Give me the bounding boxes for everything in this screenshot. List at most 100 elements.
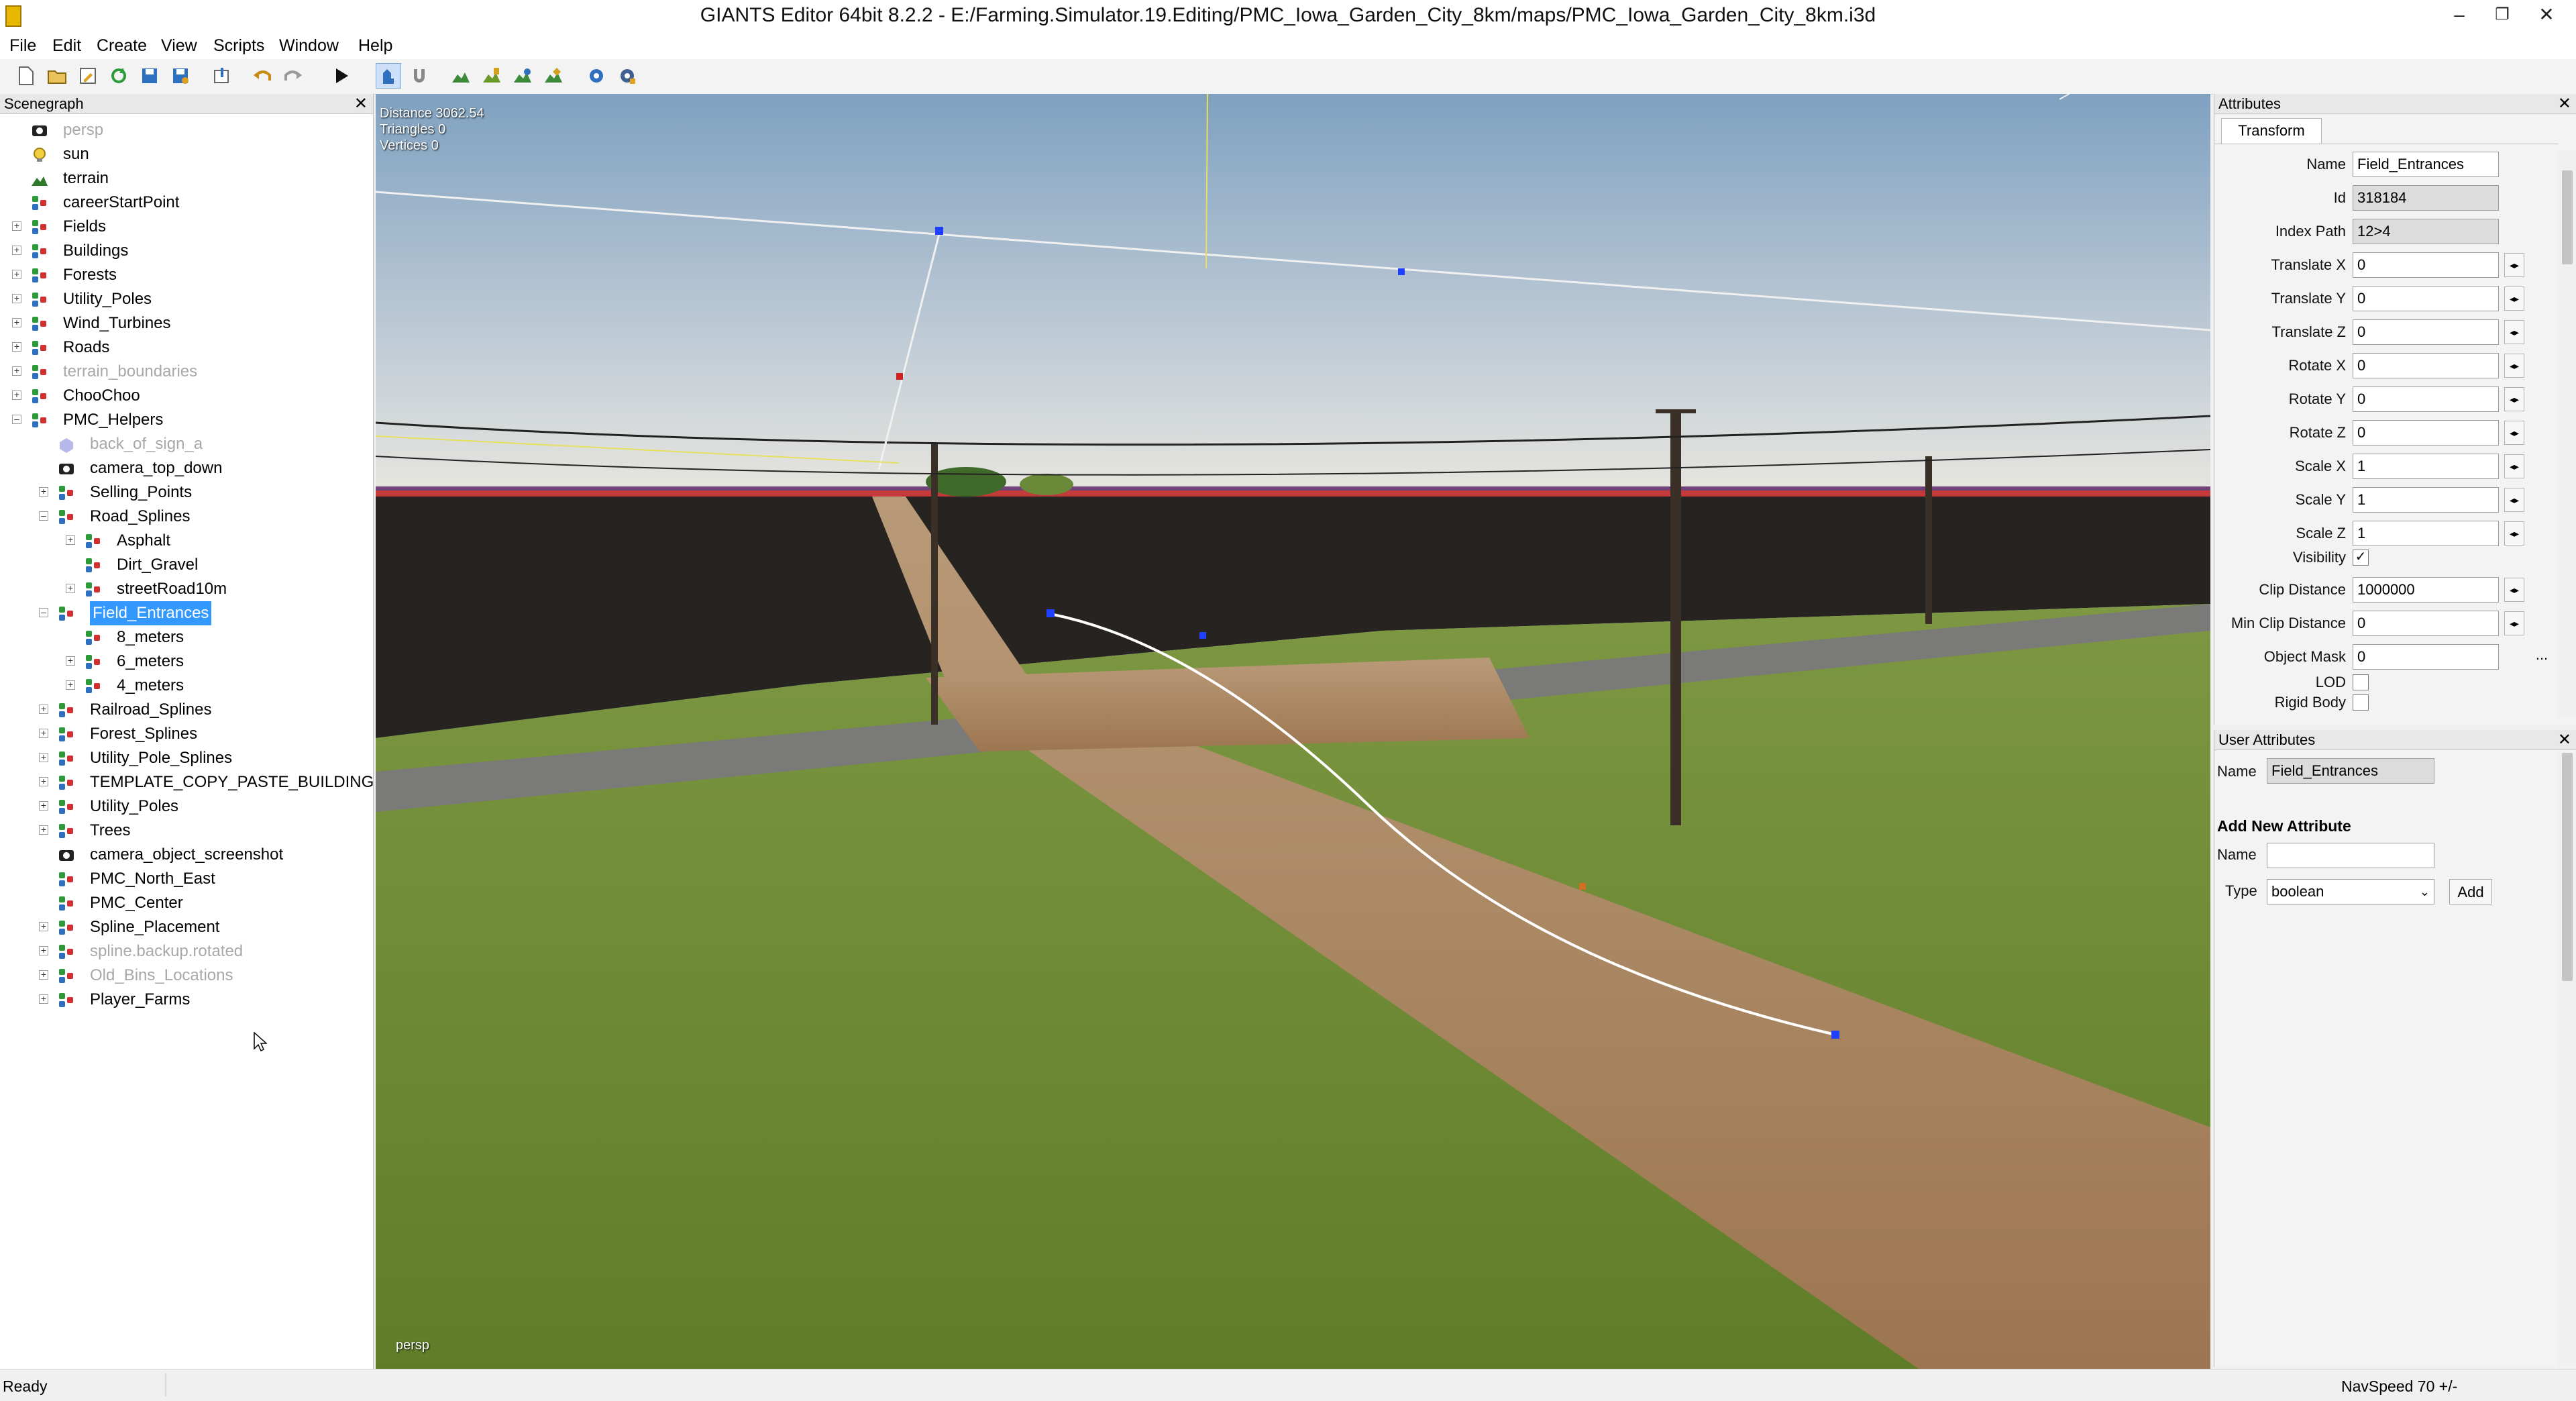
tree-item-forests[interactable]: + Forests (0, 263, 373, 287)
redo-icon[interactable] (280, 63, 306, 89)
tree-item-persp[interactable]: persp (0, 118, 373, 142)
scenegraph-tree[interactable]: persp sun terrain careerStartPoint + Fields + B… (0, 114, 373, 1369)
tree-item-dirt-gravel[interactable]: Dirt_Gravel (0, 553, 373, 577)
expand-icon[interactable]: + (66, 680, 75, 690)
tree-item-camera-top-down[interactable]: camera_top_down (0, 456, 373, 480)
new-attr-type-select[interactable]: boolean ⌄ (2267, 879, 2434, 904)
tree-item-railroad-splines[interactable]: + Railroad_Splines (0, 698, 373, 722)
tree-item-pmc-north-east[interactable]: PMC_North_East (0, 867, 373, 891)
menu-help[interactable]: Help (358, 36, 392, 56)
terrain-sculpt-icon[interactable] (448, 63, 474, 89)
expand-icon[interactable]: + (66, 535, 75, 545)
expand-icon[interactable]: + (66, 583, 75, 593)
tree-item-asphalt[interactable]: + Asphalt (0, 529, 373, 553)
name-field[interactable]: Field_Entrances (2353, 152, 2499, 177)
translate-x-field[interactable]: 0 (2353, 252, 2499, 278)
rotate-x-drag-arrows-icon[interactable]: ◂▸ (2504, 354, 2524, 378)
tree-item-old-bins-locations[interactable]: + Old_Bins_Locations (0, 964, 373, 988)
tree-item-choochoo[interactable]: + ChooChoo (0, 384, 373, 408)
place-object-icon[interactable] (541, 63, 566, 89)
clip-distance-field[interactable]: 1000000 (2353, 577, 2499, 603)
expand-icon[interactable]: + (12, 342, 21, 352)
expand-icon[interactable]: + (39, 486, 48, 497)
collapse-icon[interactable]: – (39, 511, 48, 521)
expand-icon[interactable]: + (12, 390, 21, 400)
object-mask-more-button[interactable]: ... (2530, 645, 2554, 669)
tree-item-selling-points[interactable]: + Selling_Points (0, 480, 373, 505)
translate-z-drag-arrows-icon[interactable]: ◂▸ (2504, 320, 2524, 344)
expand-icon[interactable]: + (39, 994, 48, 1004)
select-tool-icon[interactable] (376, 63, 401, 89)
3d-viewport[interactable]: Distance 3062.54 Triangles 0 Vertices 0 … (376, 94, 2210, 1369)
play-icon[interactable] (329, 63, 354, 89)
tree-item-forest-splines[interactable]: + Forest_Splines (0, 722, 373, 746)
foliage-paint-icon[interactable] (510, 63, 535, 89)
settings-icon[interactable] (584, 63, 609, 89)
expand-icon[interactable]: + (39, 752, 48, 762)
expand-icon[interactable]: + (66, 656, 75, 666)
menu-window[interactable]: Window (279, 36, 339, 56)
object-mask-field[interactable]: 0 (2353, 644, 2499, 670)
restore-icon[interactable]: ❐ (2482, 0, 2522, 34)
menu-create[interactable]: Create (97, 36, 147, 56)
collapse-icon[interactable]: – (39, 607, 48, 617)
scale-x-field[interactable]: 1 (2353, 454, 2499, 479)
min-clip-distance-drag-arrows-icon[interactable]: ◂▸ (2504, 611, 2524, 635)
tree-item-streetroad10m[interactable]: + streetRoad10m (0, 577, 373, 601)
tree-item-terrain[interactable]: terrain (0, 166, 373, 191)
close-icon[interactable]: ✕ (2558, 730, 2571, 750)
translate-y-field[interactable]: 0 (2353, 286, 2499, 311)
scale-y-drag-arrows-icon[interactable]: ◂▸ (2504, 488, 2524, 512)
tree-item-player-farms[interactable]: + Player_Farms (0, 988, 373, 1012)
expand-icon[interactable]: + (12, 366, 21, 376)
close-icon[interactable]: ✕ (2558, 94, 2571, 114)
scale-z-drag-arrows-icon[interactable]: ◂▸ (2504, 521, 2524, 546)
tree-item-sun[interactable]: sun (0, 142, 373, 166)
tree-item-spline-backup-rotated[interactable]: + spline.backup.rotated (0, 939, 373, 964)
menu-scripts[interactable]: Scripts (213, 36, 264, 56)
tree-item-trees[interactable]: + Trees (0, 819, 373, 843)
expand-icon[interactable]: + (39, 776, 48, 786)
expand-icon[interactable]: + (39, 921, 48, 931)
min-clip-distance-field[interactable]: 0 (2353, 611, 2499, 636)
tree-item-utility-poles[interactable]: + Utility_Poles (0, 287, 373, 311)
tree-item-back-of-sign-a[interactable]: back_of_sign_a (0, 432, 373, 456)
expand-icon[interactable]: + (39, 825, 48, 835)
tree-item-camera-object-screenshot[interactable]: camera_object_screenshot (0, 843, 373, 867)
tree-item-terrain-boundaries[interactable]: + terrain_boundaries (0, 360, 373, 384)
lod-checkbox[interactable] (2353, 674, 2369, 690)
edit-icon[interactable] (75, 63, 101, 89)
menu-view[interactable]: View (161, 36, 197, 56)
user-attributes-scroll-thumb[interactable] (2562, 753, 2573, 981)
magnet-icon[interactable] (407, 63, 432, 89)
import-icon[interactable] (209, 63, 235, 89)
expand-icon[interactable]: + (12, 245, 21, 255)
new-file-icon[interactable] (13, 63, 39, 89)
tree-item-road-splines[interactable]: – Road_Splines (0, 505, 373, 529)
new-attr-name-input[interactable] (2267, 843, 2434, 868)
save-icon[interactable] (137, 63, 162, 89)
add-attribute-button[interactable]: Add (2449, 879, 2492, 904)
tree-item-utility-pole-splines[interactable]: + Utility_Pole_Splines (0, 746, 373, 770)
translate-z-field[interactable]: 0 (2353, 319, 2499, 345)
menu-file[interactable]: File (9, 36, 36, 56)
rotate-z-field[interactable]: 0 (2353, 420, 2499, 446)
close-icon[interactable]: ✕ (354, 94, 368, 114)
scale-y-field[interactable]: 1 (2353, 487, 2499, 513)
menu-edit[interactable]: Edit (52, 36, 81, 56)
expand-icon[interactable]: + (39, 800, 48, 811)
expand-icon[interactable]: + (39, 704, 48, 714)
tree-item-template-copy-paste-building[interactable]: + TEMPLATE_COPY_PASTE_BUILDING (0, 770, 373, 794)
expand-icon[interactable]: + (12, 221, 21, 231)
tab-transform[interactable]: Transform (2221, 118, 2322, 144)
tree-item-field-entrances[interactable]: – Field_Entrances (0, 601, 373, 626)
reload-icon[interactable] (106, 63, 131, 89)
tree-item-fields[interactable]: + Fields (0, 215, 373, 239)
tree-item-wind-turbines[interactable]: + Wind_Turbines (0, 311, 373, 335)
rotate-y-drag-arrows-icon[interactable]: ◂▸ (2504, 387, 2524, 411)
collapse-icon[interactable]: – (12, 414, 21, 424)
scale-z-field[interactable]: 1 (2353, 521, 2499, 546)
visibility-checkbox[interactable]: ✓ (2353, 550, 2369, 566)
save-as-icon[interactable] (168, 63, 193, 89)
tree-item-roads[interactable]: + Roads (0, 335, 373, 360)
